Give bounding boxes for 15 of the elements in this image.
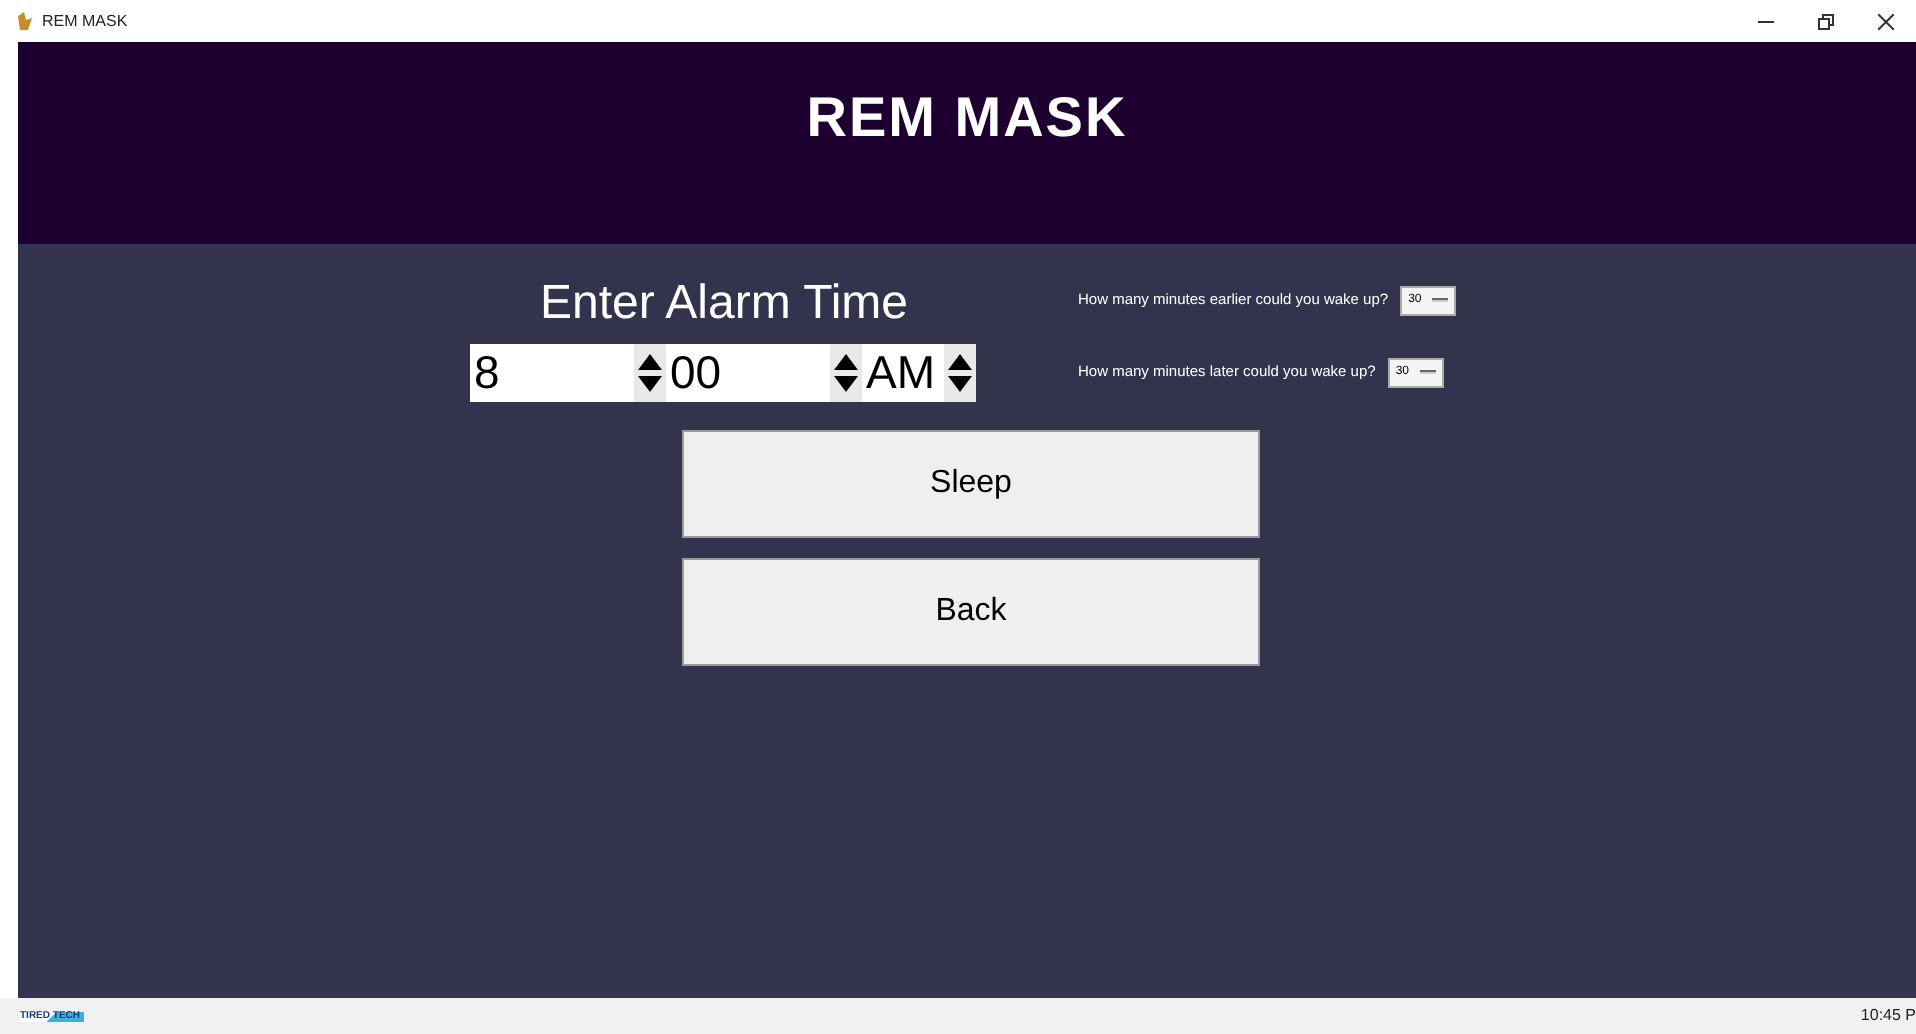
- app-icon: [16, 11, 34, 31]
- spinbox-field[interactable]: AM: [862, 344, 944, 402]
- action-button[interactable]: Back: [682, 558, 1260, 666]
- close-icon[interactable]: [1878, 13, 1894, 29]
- spinbox-field[interactable]: 00: [666, 344, 830, 402]
- restore-icon[interactable]: [1818, 13, 1834, 29]
- window-title: REM MASK: [42, 9, 128, 33]
- spinbox-field[interactable]: 8: [470, 344, 634, 402]
- action-button[interactable]: Sleep: [682, 430, 1260, 538]
- clock: 10:45 P: [1860, 1004, 1916, 1028]
- app-title: REM MASK: [806, 84, 1128, 148]
- spinner-arrows-icon[interactable]: [634, 344, 666, 402]
- spinner-arrows-icon[interactable]: [830, 344, 862, 402]
- spinner-arrows-icon[interactable]: [944, 344, 976, 402]
- alarm-heading: Enter Alarm Time: [537, 274, 911, 334]
